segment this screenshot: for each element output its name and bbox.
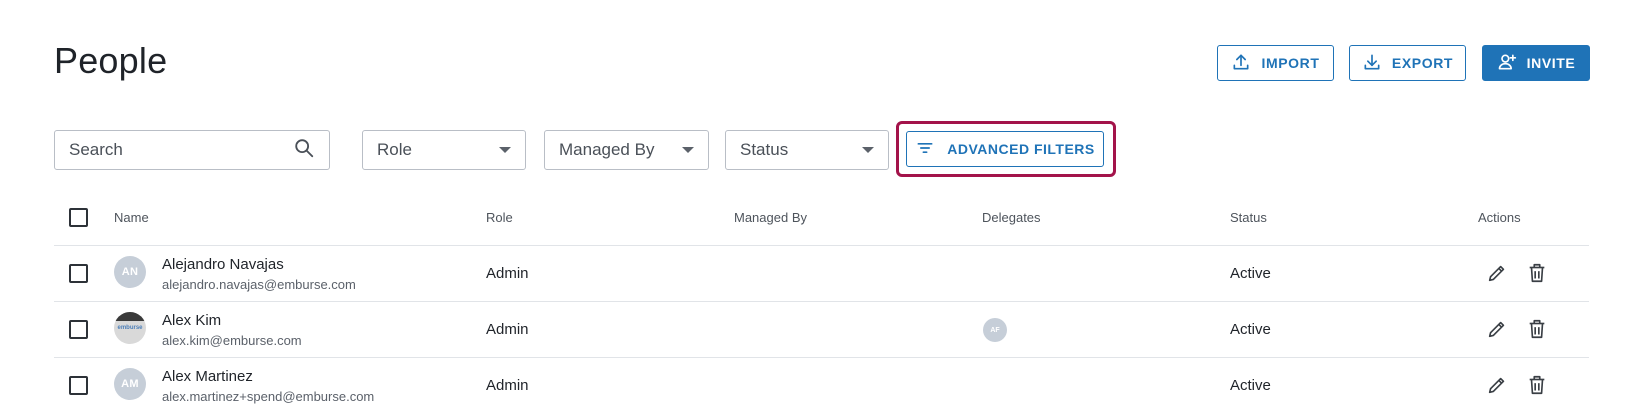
pencil-icon[interactable] xyxy=(1486,318,1508,340)
column-header-name[interactable]: Name xyxy=(114,210,149,225)
column-header-role[interactable]: Role xyxy=(486,210,513,225)
role-select-label: Role xyxy=(377,140,412,159)
column-header-status[interactable]: Status xyxy=(1230,210,1267,225)
person-email: alejandro.navajas@emburse.com xyxy=(162,277,356,292)
chevron-down-icon xyxy=(499,147,511,153)
advanced-filters-button[interactable]: ADVANCED FILTERS xyxy=(906,131,1104,167)
search-icon[interactable] xyxy=(293,137,315,164)
column-header-delegates: Delegates xyxy=(982,210,1041,225)
chevron-down-icon xyxy=(862,147,874,153)
pencil-icon[interactable] xyxy=(1486,374,1508,396)
status-cell: Active xyxy=(1230,321,1271,338)
avatar-photo-logo: emburse xyxy=(117,325,143,331)
avatar-photo-band xyxy=(114,312,146,321)
person-name[interactable]: Alex Kim xyxy=(162,312,221,329)
status-cell: Active xyxy=(1230,377,1271,394)
row-checkbox[interactable] xyxy=(69,376,88,395)
role-cell: Admin xyxy=(486,377,529,394)
table-divider xyxy=(54,301,1589,302)
search-placeholder: Search xyxy=(69,140,123,159)
avatar: AN xyxy=(114,256,146,288)
search-input[interactable]: Search xyxy=(54,130,330,170)
person-email: alex.martinez+spend@emburse.com xyxy=(162,389,375,404)
filter-lines-icon xyxy=(915,138,935,161)
status-select[interactable]: Status xyxy=(725,130,889,170)
role-select[interactable]: Role xyxy=(362,130,526,170)
add-person-icon xyxy=(1497,52,1517,75)
avatar: emburse xyxy=(114,312,146,344)
person-name[interactable]: Alex Martinez xyxy=(162,368,253,385)
status-select-label: Status xyxy=(740,140,789,159)
managed-by-select[interactable]: Managed By xyxy=(544,130,709,170)
pencil-icon[interactable] xyxy=(1486,262,1508,284)
trash-icon[interactable] xyxy=(1526,262,1548,284)
managed-by-select-label: Managed By xyxy=(559,140,655,159)
column-header-managed-by[interactable]: Managed By xyxy=(734,210,807,225)
invite-button[interactable]: INVITE xyxy=(1482,45,1590,81)
export-button[interactable]: EXPORT xyxy=(1349,45,1466,81)
import-button[interactable]: IMPORT xyxy=(1217,45,1334,81)
upload-icon xyxy=(1231,52,1251,75)
download-icon xyxy=(1362,52,1382,75)
avatar: AM xyxy=(114,368,146,400)
role-cell: Admin xyxy=(486,265,529,282)
column-header-actions: Actions xyxy=(1478,210,1521,225)
import-label: IMPORT xyxy=(1261,55,1320,71)
delegate-avatar[interactable]: AF xyxy=(983,318,1007,342)
page-title: People xyxy=(54,40,168,81)
trash-icon[interactable] xyxy=(1526,374,1548,396)
select-all-checkbox[interactable] xyxy=(69,208,88,227)
advanced-filters-label: ADVANCED FILTERS xyxy=(947,141,1095,157)
export-label: EXPORT xyxy=(1391,55,1454,71)
person-email: alex.kim@emburse.com xyxy=(162,333,302,348)
table-divider xyxy=(54,357,1589,358)
chevron-down-icon xyxy=(682,147,694,153)
role-cell: Admin xyxy=(486,321,529,338)
row-checkbox[interactable] xyxy=(69,264,88,283)
trash-icon[interactable] xyxy=(1526,318,1548,340)
status-cell: Active xyxy=(1230,265,1271,282)
invite-label: INVITE xyxy=(1526,55,1576,71)
table-divider xyxy=(54,245,1589,246)
row-checkbox[interactable] xyxy=(69,320,88,339)
person-name[interactable]: Alejandro Navajas xyxy=(162,256,284,273)
